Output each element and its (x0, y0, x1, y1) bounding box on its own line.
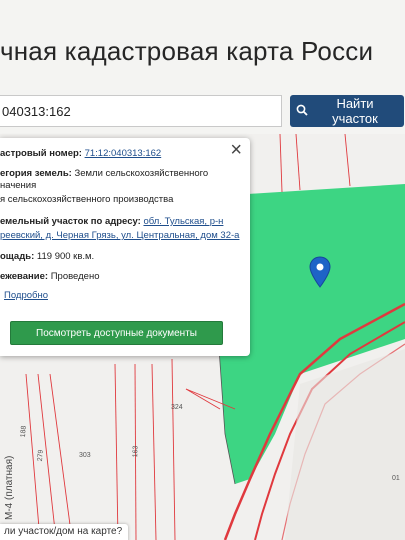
cadastral-number-label: астровый номер: (0, 148, 82, 159)
location-pin-icon[interactable] (309, 256, 331, 288)
parcel-info-popup: × астровый номер: 71:12:040313:162 егори… (0, 138, 250, 356)
survey-row: ежевание: Проведено (0, 271, 100, 283)
cadastral-number-link[interactable]: 71:12:040313:162 (85, 148, 162, 159)
survey-label: ежевание: (0, 271, 49, 282)
map-label-324: 324 (171, 404, 183, 411)
address-row: емельный участок по адресу: обл. Тульска… (0, 216, 223, 228)
map-label-303: 303 (79, 452, 91, 459)
map-label-01: 01 (392, 475, 400, 482)
report-plot-link[interactable]: ли участок/дом на карте? (0, 524, 129, 540)
find-plot-button-label: Найти участок (332, 96, 378, 126)
land-category-label: егория земель: (0, 168, 72, 179)
find-plot-button[interactable]: Найти участок (290, 95, 404, 127)
area-label: ощадь: (0, 251, 35, 262)
area-value: 119 900 кв.м. (36, 251, 95, 262)
cadastral-search-input[interactable] (0, 95, 282, 127)
details-link[interactable]: Подробно (4, 290, 48, 301)
land-category-row: егория земель: Земли сельскохозяйственно… (0, 168, 208, 180)
app: чная кадастровая карта Росси Найти участ… (0, 0, 405, 540)
land-category-value-line2: начения (0, 180, 37, 191)
cadastral-number-row: астровый номер: 71:12:040313:162 (0, 148, 161, 160)
map-label-188: 188 (19, 425, 28, 438)
page-title: чная кадастровая карта Росси (0, 36, 374, 66)
address-link-part2[interactable]: реевский, д. Черная Грязь, ул. Центральн… (0, 230, 239, 241)
permitted-use-value: я сельскохозяйственного производства (0, 194, 174, 205)
close-icon[interactable]: × (230, 140, 242, 160)
map-label-163: 163 (132, 445, 140, 458)
map-label-279: 279 (36, 449, 45, 462)
area-row: ощадь: 119 900 кв.м. (0, 251, 94, 263)
road-label: М-4 (платная) (4, 455, 15, 520)
search-bar: Найти участок (0, 95, 405, 131)
details-row: Подробно (4, 290, 48, 302)
search-icon (296, 104, 308, 119)
address-line2: реевский, д. Черная Грязь, ул. Центральн… (0, 230, 239, 242)
land-category-value-line1: Земли сельскохозяйственного (74, 168, 209, 179)
address-label: емельный участок по адресу: (0, 216, 141, 227)
view-documents-button[interactable]: Посмотреть доступные документы (10, 321, 223, 345)
survey-value: Проведено (50, 271, 100, 282)
address-link-part1[interactable]: обл. Тульская, р-н (143, 216, 223, 227)
